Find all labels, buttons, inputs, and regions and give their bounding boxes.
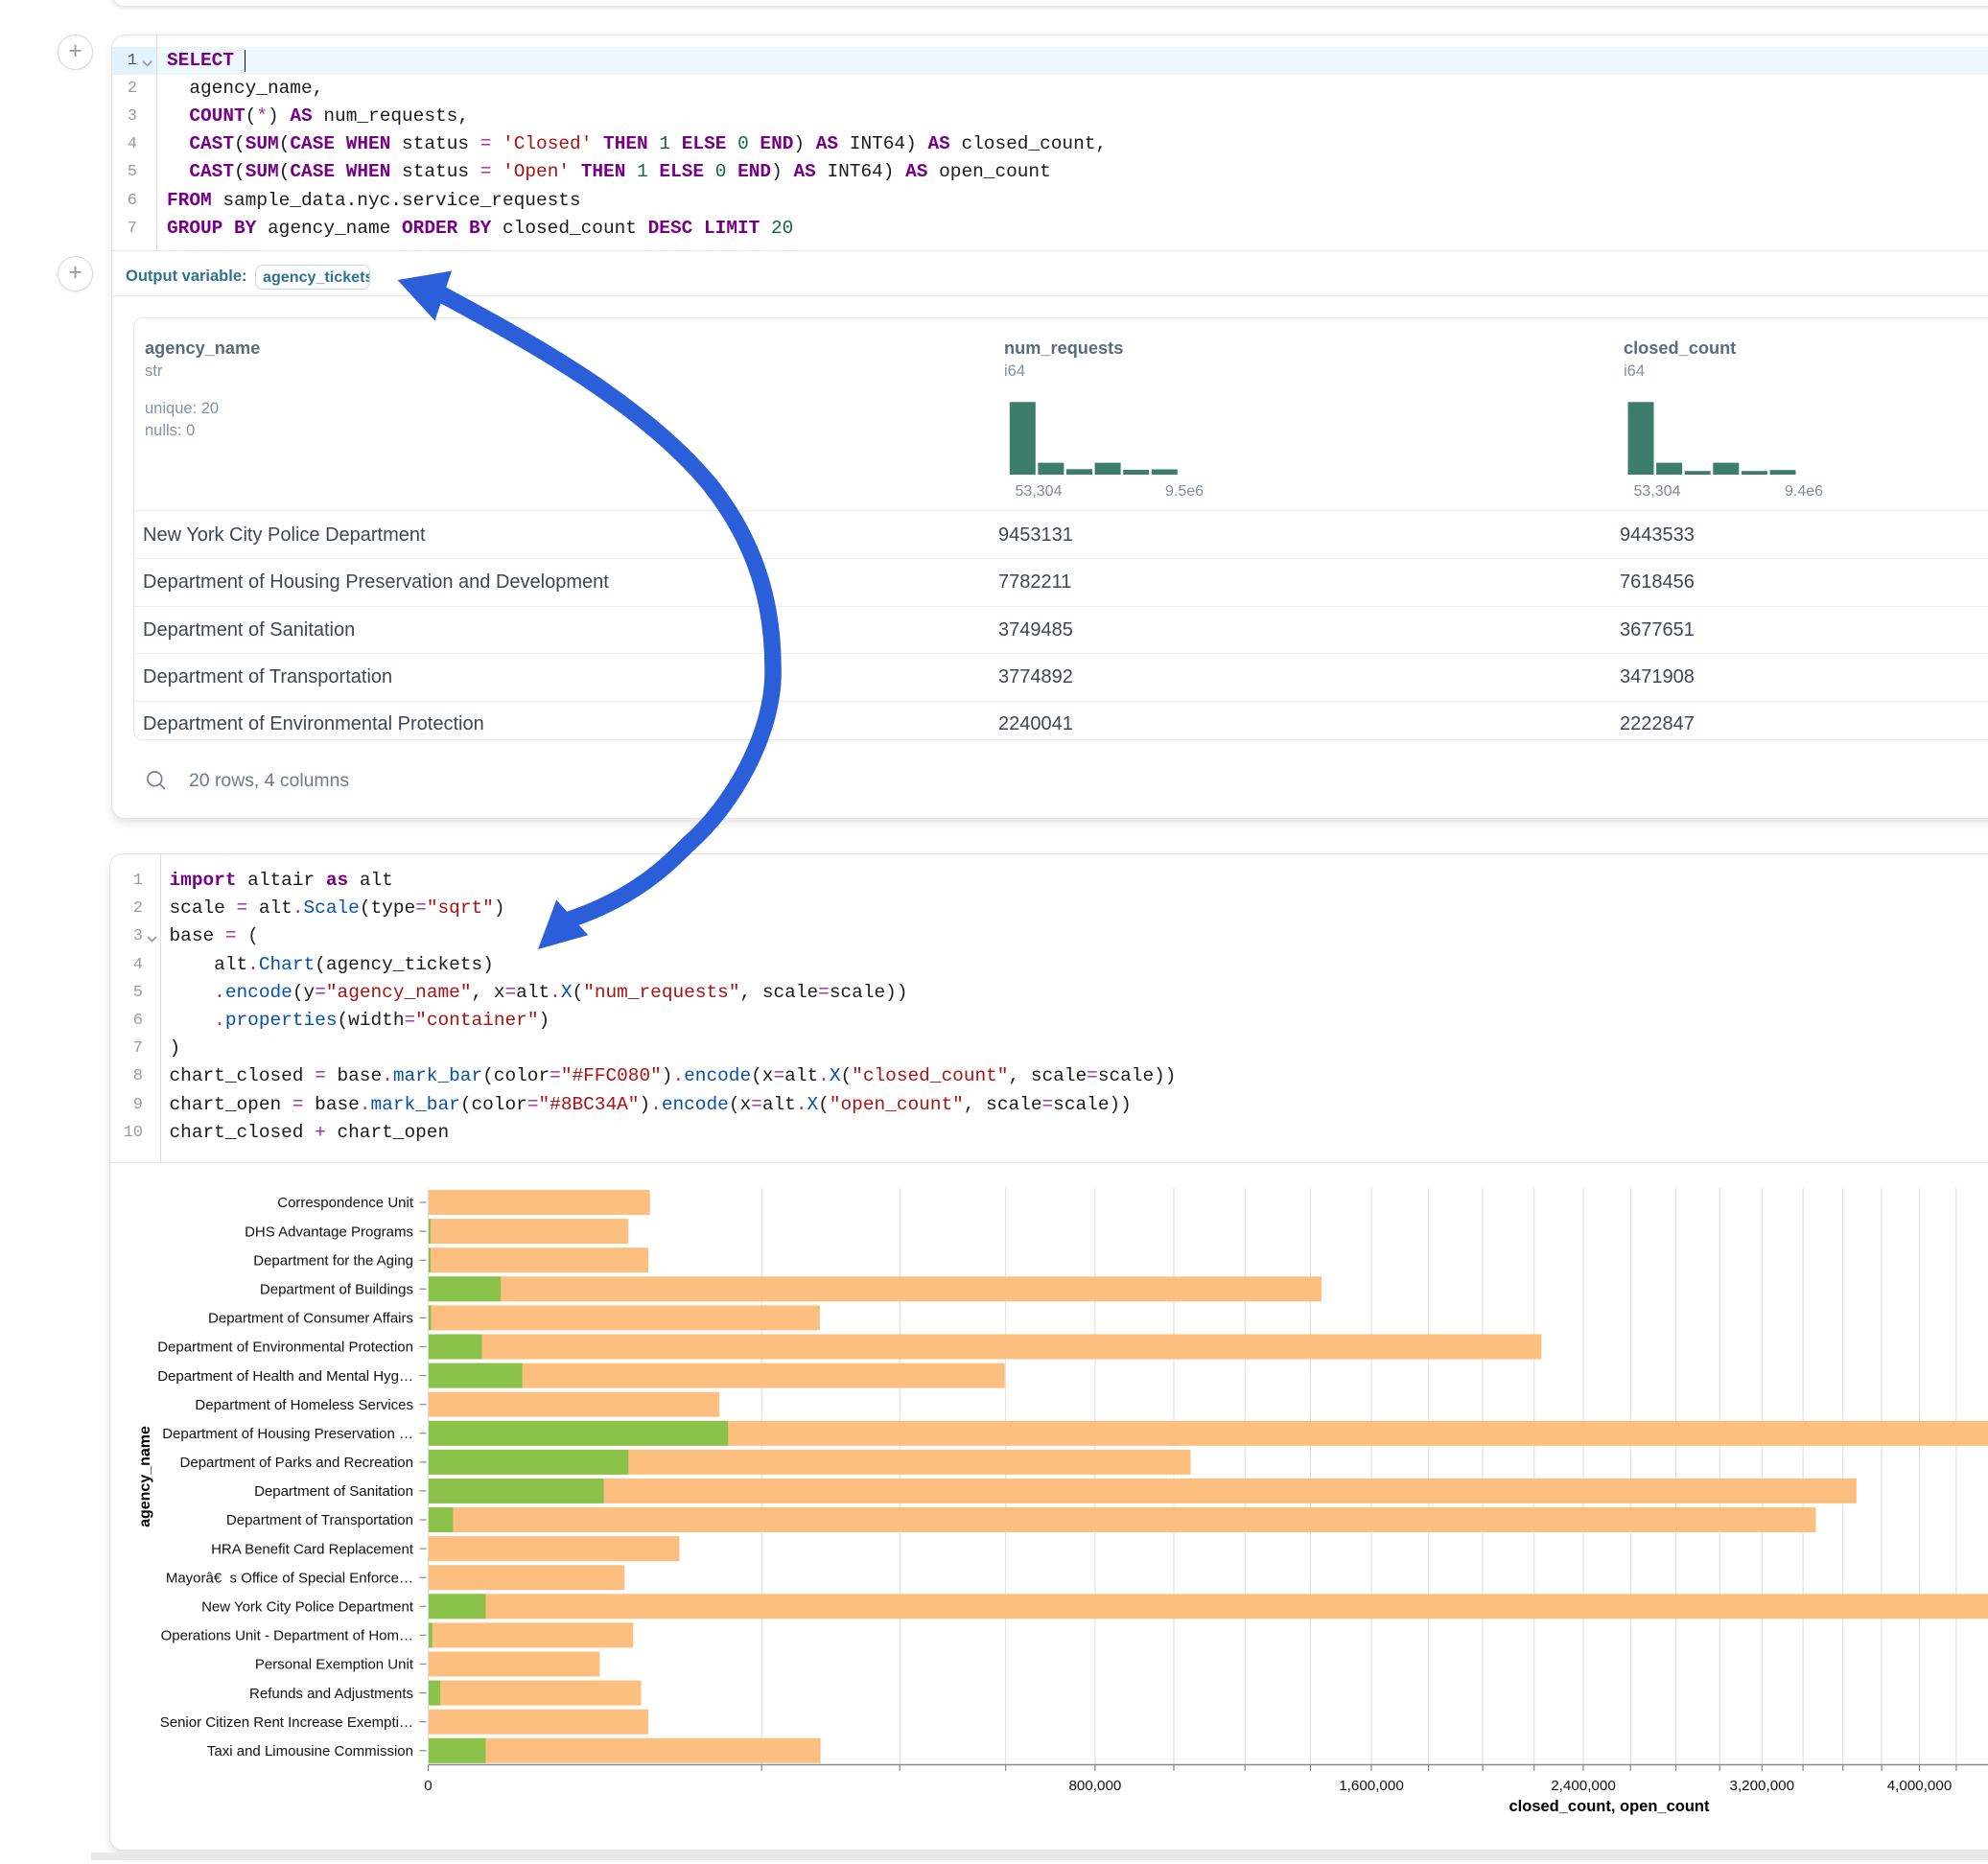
svg-text:800,000: 800,000: [1068, 1778, 1121, 1794]
svg-text:Refunds and Adjustments: Refunds and Adjustments: [249, 1686, 413, 1702]
svg-text:Department of Parks and Recrea: Department of Parks and Recreation: [180, 1455, 413, 1471]
svg-text:Correspondence Unit: Correspondence Unit: [277, 1195, 414, 1211]
svg-text:agency_name: agency_name: [137, 1426, 153, 1527]
svg-text:Department of Consumer Affairs: Department of Consumer Affairs: [208, 1311, 413, 1327]
svg-text:3,200,000: 3,200,000: [1730, 1778, 1795, 1794]
svg-text:Department of Housing Preserva: Department of Housing Preservation …: [162, 1426, 413, 1442]
svg-text:Department of Homeless Service: Department of Homeless Services: [195, 1397, 413, 1413]
svg-text:Personal Exemption Unit: Personal Exemption Unit: [255, 1657, 414, 1673]
svg-text:New York City Police Departmen: New York City Police Department: [201, 1599, 414, 1616]
svg-text:Department of Buildings: Department of Buildings: [260, 1282, 413, 1298]
svg-text:Operations Unit - Department o: Operations Unit - Department of Hom…: [161, 1628, 413, 1644]
svg-text:Mayorâ€ s Office of Special E: Mayorâ€ s Office of Special Enforce…: [166, 1570, 413, 1586]
svg-text:Department of Transportation: Department of Transportation: [226, 1512, 413, 1528]
svg-text:Department for the Aging: Department for the Aging: [253, 1252, 413, 1269]
svg-text:0: 0: [424, 1778, 432, 1794]
svg-text:Department of Health and Menta: Department of Health and Mental Hyg…: [157, 1368, 413, 1385]
svg-text:HRA Benefit Card Replacement: HRA Benefit Card Replacement: [211, 1541, 414, 1557]
svg-text:2,400,000: 2,400,000: [1551, 1778, 1616, 1794]
svg-text:Senior Citizen Rent Increase E: Senior Citizen Rent Increase Exempti…: [160, 1714, 413, 1731]
svg-text:closed_count, open_count: closed_count, open_count: [1509, 1798, 1710, 1815]
svg-text:1,600,000: 1,600,000: [1339, 1778, 1404, 1794]
svg-text:Department of Environmental Pr: Department of Environmental Protection: [157, 1340, 413, 1356]
svg-text:Taxi and Limousine Commission: Taxi and Limousine Commission: [207, 1743, 413, 1759]
svg-text:4,000,000: 4,000,000: [1887, 1778, 1953, 1794]
svg-text:Department of Sanitation: Department of Sanitation: [254, 1483, 413, 1500]
svg-text:DHS Advantage Programs: DHS Advantage Programs: [245, 1223, 413, 1240]
